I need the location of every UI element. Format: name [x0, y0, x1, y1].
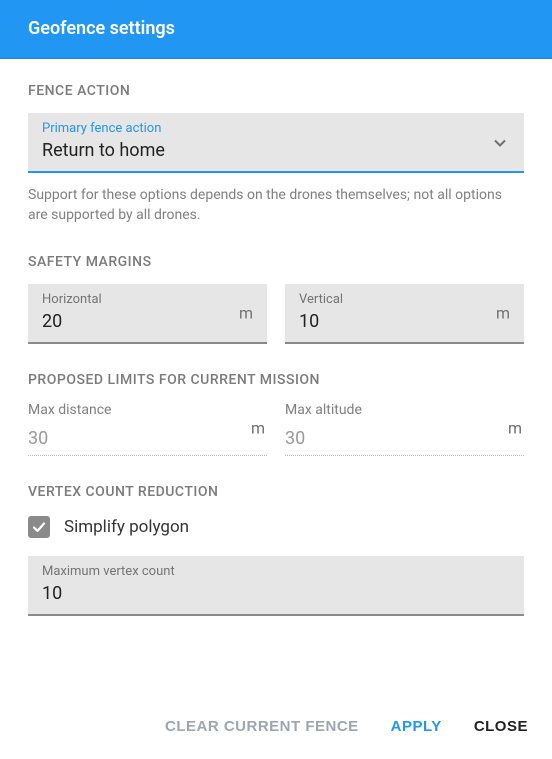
max-distance-unit: m [251, 419, 265, 438]
dialog-header: Geofence settings [0, 0, 552, 59]
fence-action-helper: Support for these options depends on the… [28, 185, 524, 226]
vertical-margin-value: 10 [299, 311, 510, 332]
max-altitude-value: 30 [285, 428, 524, 449]
apply-button[interactable]: APPLY [389, 712, 444, 741]
chevron-down-icon [494, 133, 506, 152]
safety-margins-section-label: SAFETY MARGINS [28, 254, 524, 270]
primary-fence-action-select[interactable]: Primary fence action Return to home [28, 113, 524, 173]
horizontal-margin-value: 20 [42, 311, 253, 332]
dialog-title: Geofence settings [28, 18, 175, 39]
close-button[interactable]: CLOSE [472, 712, 530, 741]
max-altitude-input[interactable]: Max altitude 30 m [285, 402, 524, 456]
proposed-limits-section-label: PROPOSED LIMITS FOR CURRENT MISSION [28, 372, 524, 388]
max-altitude-label: Max altitude [285, 402, 524, 418]
dialog-content: FENCE ACTION Primary fence action Return… [0, 59, 552, 616]
horizontal-margin-input[interactable]: Horizontal 20 m [28, 284, 267, 344]
max-vertex-count-value: 10 [42, 583, 510, 604]
max-altitude-unit: m [508, 419, 522, 438]
primary-fence-action-value: Return to home [42, 140, 510, 161]
dialog-actions: CLEAR CURRENT FENCE APPLY CLOSE [0, 694, 552, 759]
primary-fence-action-label: Primary fence action [42, 121, 510, 136]
vertical-margin-label: Vertical [299, 292, 510, 307]
simplify-polygon-checkbox[interactable] [28, 516, 50, 538]
max-vertex-count-label: Maximum vertex count [42, 564, 510, 579]
max-distance-label: Max distance [28, 402, 267, 418]
vertical-margin-unit: m [496, 303, 510, 322]
vertex-reduction-section-label: VERTEX COUNT REDUCTION [28, 484, 524, 500]
max-distance-input[interactable]: Max distance 30 m [28, 402, 267, 456]
fence-action-section-label: FENCE ACTION [28, 83, 524, 99]
check-icon [31, 519, 47, 535]
horizontal-margin-label: Horizontal [42, 292, 253, 307]
horizontal-margin-unit: m [239, 303, 253, 322]
clear-current-fence-button[interactable]: CLEAR CURRENT FENCE [163, 712, 361, 741]
max-vertex-count-input[interactable]: Maximum vertex count 10 [28, 556, 524, 616]
vertical-margin-input[interactable]: Vertical 10 m [285, 284, 524, 344]
simplify-polygon-label: Simplify polygon [64, 517, 189, 537]
max-distance-value: 30 [28, 428, 267, 449]
